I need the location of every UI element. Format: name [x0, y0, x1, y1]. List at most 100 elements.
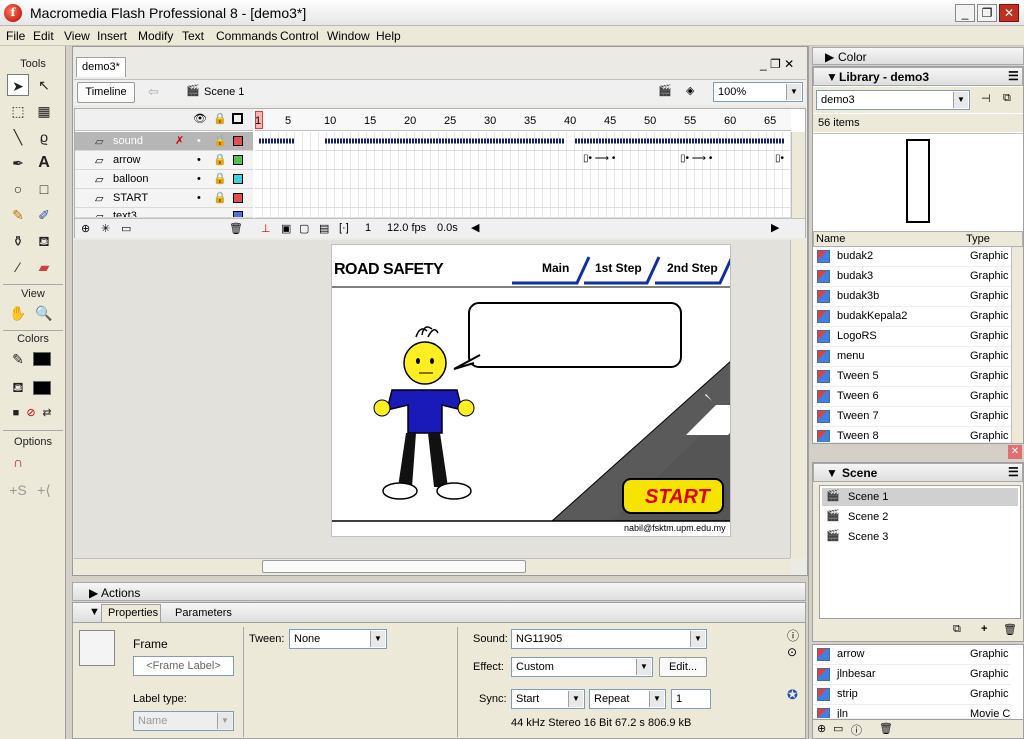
layer-visible-dot[interactable]: • — [197, 135, 201, 147]
text-tool-icon[interactable]: A — [33, 152, 55, 174]
lock-icon[interactable]: 🔒 — [213, 112, 227, 125]
close-panel-icon[interactable]: ✕ — [1008, 445, 1022, 459]
free-transform-tool-icon[interactable]: ⬚ — [7, 100, 29, 122]
library-item[interactable]: strip Graphic — [813, 685, 1011, 705]
library-item[interactable]: menu Graphic — [813, 347, 1011, 367]
scene-item[interactable]: 🎬 Scene 2 — [822, 508, 1018, 526]
selection-tool-icon[interactable]: ➤ — [7, 74, 29, 96]
oval-tool-icon[interactable]: ○ — [7, 178, 29, 200]
insert-folder-icon[interactable]: ▭ — [121, 222, 131, 235]
frames-sound[interactable] — [255, 132, 791, 151]
layer-color-box[interactable] — [233, 174, 243, 184]
fill-color-swatch[interactable] — [33, 381, 51, 395]
layer-lock-icon[interactable]: 🔒 — [213, 172, 227, 185]
swap-colors-icon[interactable]: ⇄ — [36, 402, 58, 424]
frame-ruler[interactable]: 1 5 10 15 20 25 30 35 40 45 50 55 60 65 — [255, 109, 791, 131]
column-type[interactable]: Type — [966, 233, 990, 245]
repeat-select[interactable]: Repeat ▼ — [589, 689, 666, 709]
menu-view[interactable]: View — [64, 29, 90, 43]
menu-window[interactable]: Window — [327, 29, 370, 43]
snap-magnet-icon[interactable]: ∩ — [7, 451, 29, 473]
tab-properties[interactable]: Properties — [101, 604, 161, 622]
new-library-panel-icon[interactable]: ⧉ — [1003, 92, 1011, 105]
effect-select[interactable]: Custom ▼ — [511, 657, 653, 677]
timeline-vscroll[interactable] — [791, 132, 805, 218]
library-item[interactable]: Tween 8 Graphic — [813, 427, 1011, 443]
zoom-tool-icon[interactable]: 🔍 — [33, 302, 55, 324]
delete-layer-icon[interactable]: 🗑 — [229, 222, 243, 235]
frames-arrow[interactable]: ▯• ⟶ • ▯• ⟶ • ▯• — [255, 151, 791, 170]
layer-lock-icon[interactable]: 🔒 — [213, 134, 227, 147]
library-item[interactable]: budakKepala2 Graphic — [813, 307, 1011, 327]
actions-panel-header[interactable]: ▶ Actions — [72, 582, 806, 601]
frame-label-input[interactable]: <Frame Label> — [133, 656, 234, 676]
layer-color-box[interactable] — [233, 193, 243, 203]
fill-transform-tool-icon[interactable]: ▦ — [33, 100, 55, 122]
delete-scene-icon[interactable]: 🗑 — [1003, 623, 1017, 636]
new-symbol-icon[interactable]: ⊕ — [817, 722, 826, 735]
menu-help[interactable]: Help — [376, 29, 401, 43]
insert-layer-icon[interactable]: ⊕ — [81, 222, 90, 235]
eye-icon[interactable]: 👁 — [193, 112, 207, 125]
library-item[interactable]: Tween 7 Graphic — [813, 407, 1011, 427]
stage-horizontal-scrollbar[interactable] — [74, 558, 790, 574]
back-arrow-icon[interactable]: ⇦ — [148, 84, 159, 100]
doc-window-controls[interactable]: _ ❐ ✕ — [760, 57, 794, 71]
library-item[interactable]: budak2 Graphic — [813, 247, 1011, 267]
layer-visible-dot[interactable]: • — [197, 173, 201, 185]
library-header[interactable]: ▼ Library - demo3 ☰ — [813, 67, 1023, 86]
repeat-count-input[interactable]: 1 — [671, 689, 711, 709]
onion-outlines-icon[interactable]: ▢ — [299, 222, 309, 235]
paint-bucket-tool-icon[interactable]: ⛾ — [33, 230, 55, 252]
layer-visible-dot[interactable]: • — [197, 192, 201, 204]
onion-skin-icon[interactable]: ▣ — [281, 222, 291, 235]
library-item[interactable]: Tween 6 Graphic — [813, 387, 1011, 407]
library-item[interactable]: budak3 Graphic — [813, 267, 1011, 287]
edit-target-icon[interactable]: ⊙ — [787, 645, 797, 659]
sync-select[interactable]: Start ▼ — [511, 689, 585, 709]
menu-commands[interactable]: Commands — [216, 29, 277, 43]
edit-scene-icon[interactable]: 🎬 — [658, 84, 672, 97]
layer-lock-icon[interactable]: 🔒 — [213, 153, 227, 166]
hand-tool-icon[interactable]: ✋ — [7, 302, 29, 324]
add-motion-guide-icon[interactable]: ✳ — [101, 222, 110, 235]
eyedropper-tool-icon[interactable]: ⁄ — [7, 256, 29, 278]
color-panel-header[interactable]: ▶ Color — [812, 47, 1024, 65]
stroke-color-swatch[interactable] — [33, 352, 51, 366]
timeline-scroll-right[interactable]: ▶ — [771, 221, 779, 234]
layer-color-box[interactable] — [233, 136, 243, 146]
layer-row-sound[interactable]: ▱ sound ✗ • 🔒 — [75, 132, 253, 151]
scene-item[interactable]: 🎬 Scene 3 — [822, 528, 1018, 546]
pen-tool-icon[interactable]: ✒ — [7, 152, 29, 174]
new-folder-icon[interactable]: ▭ — [833, 722, 843, 735]
library-item[interactable]: LogoRS Graphic — [813, 327, 1011, 347]
library-vscroll[interactable] — [1011, 247, 1023, 443]
minimize-button[interactable]: _ — [955, 4, 975, 22]
scene-item-selected[interactable]: 🎬 Scene 1 — [822, 488, 1018, 506]
menu-edit[interactable]: Edit — [33, 29, 54, 43]
tab-parameters[interactable]: Parameters — [175, 607, 232, 619]
brush-tool-icon[interactable]: ✐ — [33, 204, 55, 226]
library-selector[interactable]: demo3 ▼ — [816, 90, 970, 110]
accessibility-icon[interactable]: ✪ — [787, 687, 798, 703]
layer-color-box[interactable] — [233, 155, 243, 165]
frames-balloon[interactable] — [255, 170, 791, 189]
sound-select[interactable]: NG11905 ▼ — [511, 629, 707, 649]
library-item[interactable]: Tween 5 Graphic — [813, 367, 1011, 387]
document-tab[interactable]: demo3* — [76, 57, 126, 77]
pin-library-icon[interactable]: ⊣ — [981, 92, 991, 105]
outline-icon[interactable] — [232, 113, 243, 124]
menu-modify[interactable]: Modify — [138, 29, 173, 43]
restore-button[interactable]: ❐ — [977, 4, 997, 22]
modify-markers-icon[interactable]: [·] — [339, 222, 349, 234]
pencil-tool-icon[interactable]: ✎ — [7, 204, 29, 226]
delete-item-icon[interactable]: 🗑 — [879, 722, 893, 735]
layer-lock-icon[interactable]: 🔒 — [213, 191, 227, 204]
edit-symbols-icon[interactable]: ◈ — [686, 84, 694, 97]
layer-visible-dot[interactable]: • — [197, 154, 201, 166]
rectangle-tool-icon[interactable]: □ — [33, 178, 55, 200]
close-button[interactable]: ✕ — [999, 4, 1019, 22]
library-item[interactable]: jln Movie C — [813, 705, 1011, 719]
column-name[interactable]: Name — [816, 233, 845, 245]
subselection-tool-icon[interactable]: ↖ — [33, 74, 55, 96]
